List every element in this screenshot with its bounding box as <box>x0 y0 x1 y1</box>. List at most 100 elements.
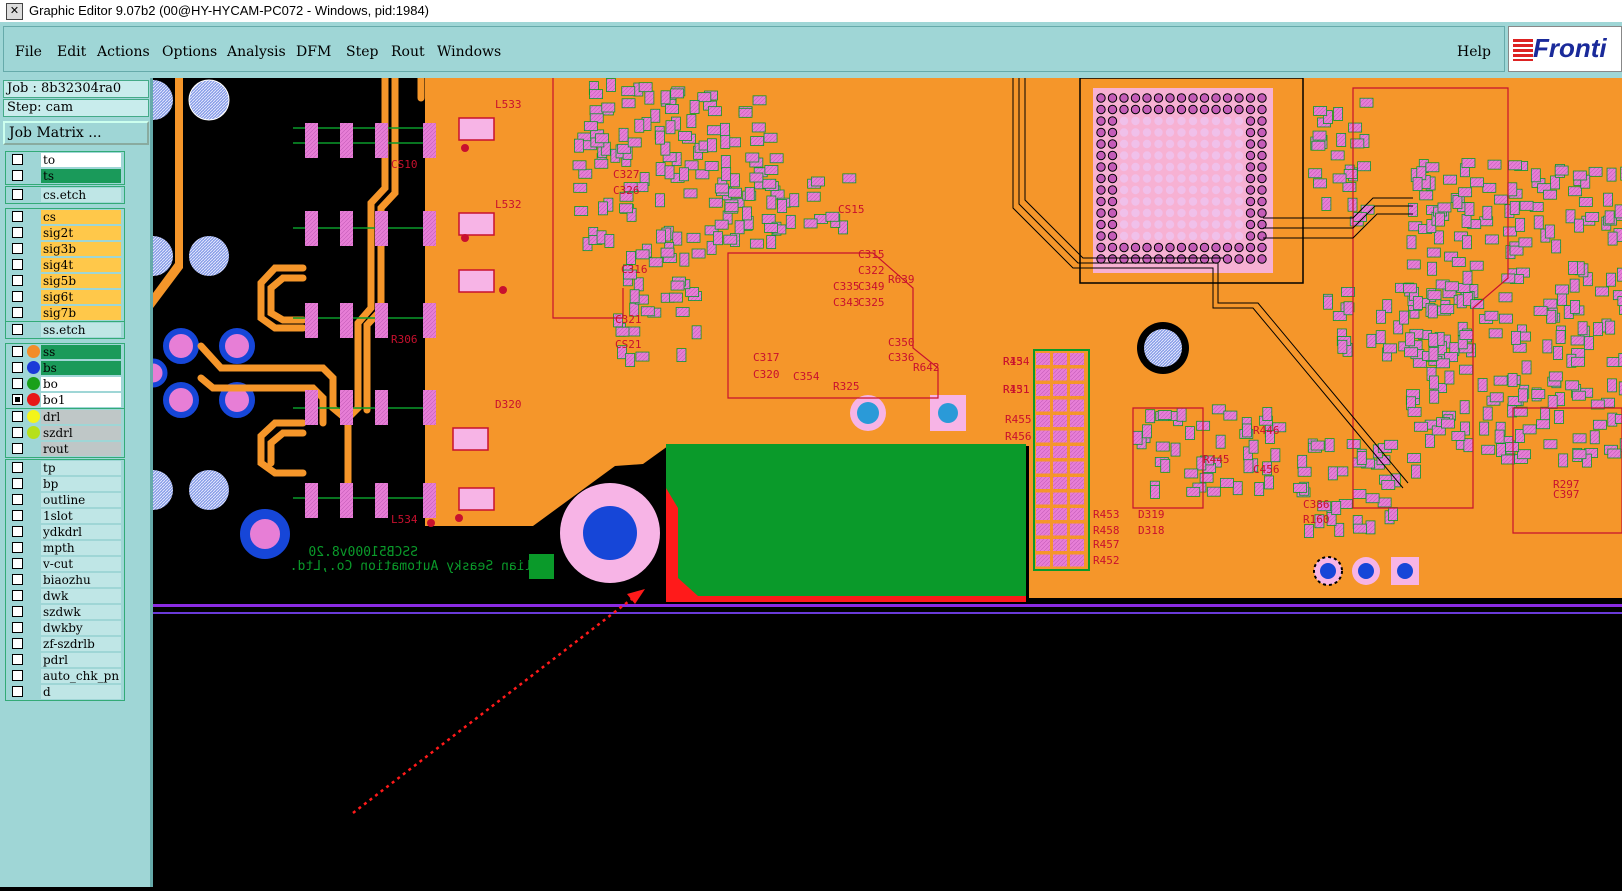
layer-row-sig3b[interactable]: sig3b <box>6 241 124 257</box>
layer-checkbox[interactable] <box>12 654 23 665</box>
layer-row-zf-szdrlb[interactable]: zf-szdrlb <box>6 636 124 652</box>
layer-name: dwkby <box>41 621 121 635</box>
layer-name: biaozhu <box>41 573 121 587</box>
layer-checkbox[interactable] <box>12 606 23 617</box>
layer-checkbox[interactable] <box>12 346 23 357</box>
ref-label: C326 <box>613 184 640 197</box>
layer-checkbox[interactable] <box>12 211 23 222</box>
menu-actions[interactable]: Actions <box>97 44 150 60</box>
menu-rout[interactable]: Rout <box>391 44 425 60</box>
layer-checkbox[interactable] <box>12 259 23 270</box>
layer-checkbox[interactable] <box>12 670 23 681</box>
layer-checkbox[interactable] <box>12 638 23 649</box>
layer-row-biaozhu[interactable]: biaozhu <box>6 572 124 588</box>
layer-row-d[interactable]: d <box>6 684 124 700</box>
ref-label: R160 <box>1303 513 1330 526</box>
layer-checkbox[interactable] <box>12 189 23 200</box>
layer-checkbox[interactable] <box>12 686 23 697</box>
layer-checkbox[interactable] <box>12 427 23 438</box>
layer-row-v-cut[interactable]: v-cut <box>6 556 124 572</box>
layer-row-1slot[interactable]: 1slot <box>6 508 124 524</box>
layer-row-drl[interactable]: drl <box>6 409 124 425</box>
menu-bar: File Edit Actions Options Analysis DFM S… <box>0 22 1622 80</box>
layer-row-bp[interactable]: bp <box>6 476 124 492</box>
layer-checkbox[interactable] <box>12 443 23 454</box>
layer-row-szdrl[interactable]: szdrl <box>6 425 124 441</box>
layer-checkbox[interactable] <box>12 307 23 318</box>
menu-analysis[interactable]: Analysis <box>227 44 286 60</box>
layer-row-cs[interactable]: cs <box>6 209 124 225</box>
layer-row-pdrl[interactable]: pdrl <box>6 652 124 668</box>
menu-options[interactable]: Options <box>162 44 217 60</box>
layer-checkbox[interactable] <box>12 275 23 286</box>
layer-checkbox[interactable] <box>12 462 23 473</box>
ref-label: C322 <box>858 264 885 277</box>
layer-checkbox[interactable] <box>12 378 23 389</box>
layer-row-ydkdrl[interactable]: ydkdrl <box>6 524 124 540</box>
layer-checkbox[interactable] <box>12 526 23 537</box>
job-matrix-button[interactable]: Job Matrix ... <box>3 121 149 145</box>
ref-label: C335 <box>833 280 860 293</box>
app-icon[interactable]: ✕ <box>6 3 23 20</box>
menu-step[interactable]: Step <box>346 44 378 60</box>
layer-row-tp[interactable]: tp <box>6 460 124 476</box>
layer-checkbox[interactable] <box>12 227 23 238</box>
layer-checkbox[interactable] <box>12 411 23 422</box>
layer-checkbox[interactable] <box>12 243 23 254</box>
layer-checkbox[interactable] <box>12 494 23 505</box>
layer-checkbox[interactable] <box>12 154 23 165</box>
layer-name: sig3b <box>41 242 121 256</box>
layer-row-ss[interactable]: ss <box>6 344 124 360</box>
layer-checkbox[interactable] <box>12 574 23 585</box>
layer-row-cs.etch[interactable]: cs.etch <box>6 187 124 203</box>
layer-row-outline[interactable]: outline <box>6 492 124 508</box>
menu-windows[interactable]: Windows <box>437 44 501 60</box>
layer-checkbox[interactable] <box>12 478 23 489</box>
layer-color-dot <box>27 393 40 406</box>
layer-row-sig6t[interactable]: sig6t <box>6 289 124 305</box>
menu-help[interactable]: Help <box>1457 44 1491 60</box>
layer-checkbox[interactable] <box>12 590 23 601</box>
layer-row-sig2t[interactable]: sig2t <box>6 225 124 241</box>
layer-row-dwk[interactable]: dwk <box>6 588 124 604</box>
layer-row-bs[interactable]: bs <box>6 360 124 376</box>
menu-file[interactable]: File <box>15 44 42 60</box>
ref-label: D318 <box>1138 524 1165 537</box>
layer-row-szdwk[interactable]: szdwk <box>6 604 124 620</box>
menu-dfm[interactable]: DFM <box>296 44 331 60</box>
ref-label: C349 <box>858 280 885 293</box>
ref-label: C350 <box>888 336 915 349</box>
layer-checkbox[interactable] <box>12 170 23 181</box>
layer-checkbox[interactable] <box>12 510 23 521</box>
layer-name: ydkdrl <box>41 525 121 539</box>
layer-name: ss <box>41 345 121 359</box>
pcb-drawing[interactable]: Dalian Seasky Automation Co.,Ltd. SSCB51… <box>133 74 1622 887</box>
layer-row-ss.etch[interactable]: ss.etch <box>6 322 124 338</box>
layer-row-sig5b[interactable]: sig5b <box>6 273 124 289</box>
layer-name: sig6t <box>41 290 121 304</box>
layer-row-sig7b[interactable]: sig7b <box>6 305 124 321</box>
layer-group-6: drl szdrl rout <box>5 408 125 458</box>
menu-edit[interactable]: Edit <box>57 44 86 60</box>
layer-row-bo1[interactable]: bo1 <box>6 392 124 408</box>
layer-checkbox[interactable] <box>12 324 23 335</box>
layer-row-sig4t[interactable]: sig4t <box>6 257 124 273</box>
layer-row-mpth[interactable]: mpth <box>6 540 124 556</box>
layer-checkbox[interactable] <box>12 622 23 633</box>
layer-row-auto_chk_pn[interactable]: auto_chk_pn <box>6 668 124 684</box>
pcb-graphic-canvas[interactable]: Dalian Seasky Automation Co.,Ltd. SSCB51… <box>133 74 1622 887</box>
layer-checkbox[interactable] <box>12 291 23 302</box>
layer-row-rout[interactable]: rout <box>6 441 124 457</box>
layer-checkbox[interactable] <box>12 394 23 405</box>
layer-row-dwkby[interactable]: dwkby <box>6 620 124 636</box>
layer-row-bo[interactable]: bo <box>6 376 124 392</box>
ref-label: CS10 <box>391 158 418 171</box>
layer-checkbox[interactable] <box>12 558 23 569</box>
layer-row-to[interactable]: to <box>6 152 124 168</box>
layer-row-ts[interactable]: ts <box>6 168 124 184</box>
layer-checkbox[interactable] <box>12 542 23 553</box>
layer-checkbox[interactable] <box>12 362 23 373</box>
window-titlebar: ✕ Graphic Editor 9.07b2 (00@HY-HYCAM-PC0… <box>0 0 1622 23</box>
layer-name: bo <box>41 377 121 391</box>
layer-group-5: ss bs bo bo1 <box>5 343 125 409</box>
